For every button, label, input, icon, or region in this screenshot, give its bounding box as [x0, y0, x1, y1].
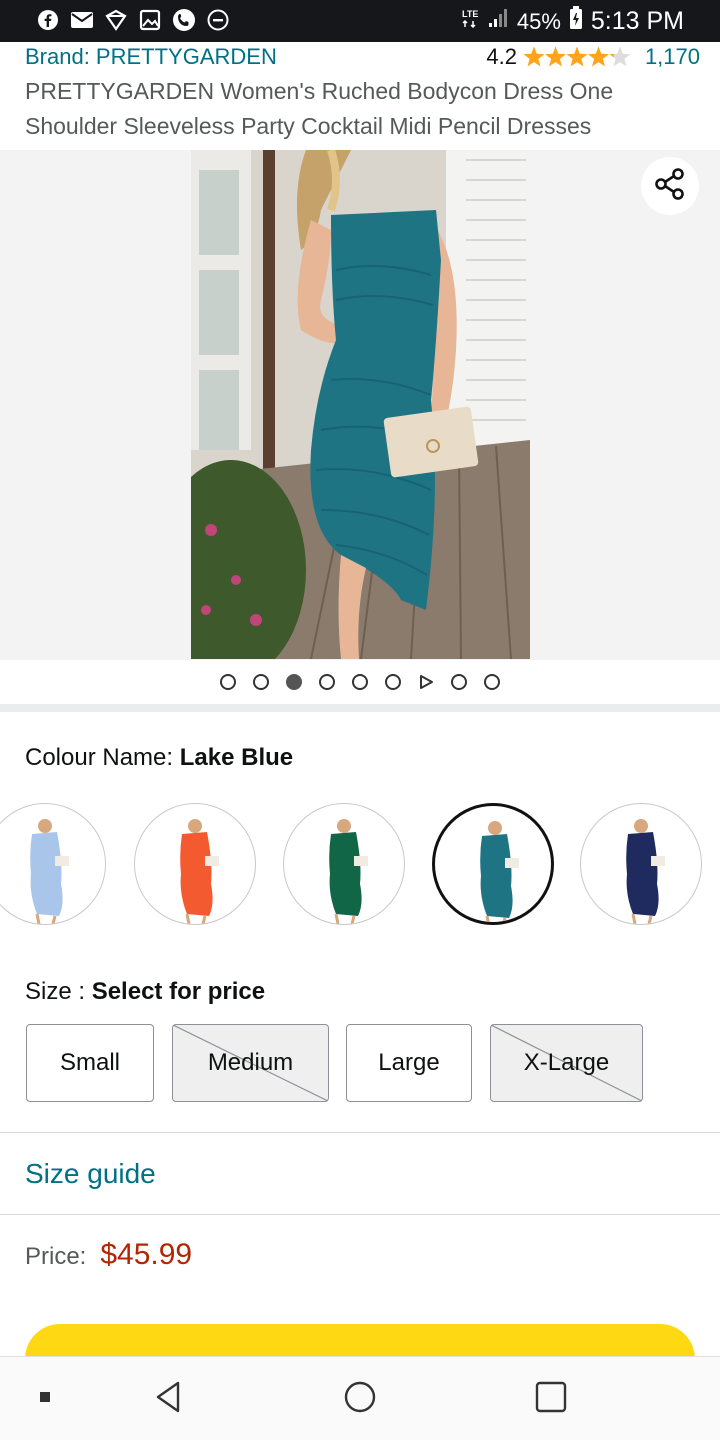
- gallery-dot[interactable]: [385, 674, 401, 690]
- app-icon: [104, 8, 128, 32]
- phone-icon: [172, 8, 196, 32]
- lte-icon: LTE: [461, 7, 479, 36]
- share-icon: [652, 166, 688, 207]
- product-title: PRETTYGARDEN Women's Ruched Bodycon Dres…: [25, 78, 614, 139]
- gallery-dot[interactable]: [451, 674, 467, 690]
- price-label: Price:: [25, 1243, 87, 1270]
- product-photo[interactable]: [191, 150, 530, 659]
- rating-value: 4.2: [486, 44, 517, 69]
- size-guide-link[interactable]: Size guide: [25, 1158, 156, 1190]
- gallery-dot[interactable]: [484, 674, 500, 690]
- size-option-label: Small: [59, 1049, 120, 1076]
- back-triangle-icon: [152, 1380, 184, 1419]
- colour-swatch[interactable]: [432, 803, 554, 925]
- colour-swatch[interactable]: [134, 803, 256, 925]
- gallery-dot[interactable]: [352, 674, 368, 690]
- notification-icons: [36, 8, 230, 32]
- size-option-medium[interactable]: Medium: [172, 1024, 329, 1102]
- star-filled: [587, 46, 609, 67]
- divider: [0, 1214, 720, 1215]
- brand-link[interactable]: Brand: PRETTYGARDEN: [25, 44, 277, 70]
- battery-icon: [569, 6, 583, 37]
- colour-name-label: Colour Name: Lake Blue: [25, 744, 293, 772]
- star-rating-icon: [523, 45, 631, 69]
- colour-swatch[interactable]: [283, 803, 405, 925]
- size-option-label: Medium: [207, 1049, 294, 1076]
- mail-icon: [70, 8, 94, 32]
- colour-label-prefix: Colour Name:: [25, 744, 180, 771]
- gallery-dot[interactable]: [319, 674, 335, 690]
- star-filled: [544, 46, 566, 67]
- battery-percent: 45%: [516, 8, 561, 34]
- colour-swatch[interactable]: [580, 803, 702, 925]
- status-bar: LTE 45% 5:13 PM: [0, 0, 720, 42]
- rating-summary[interactable]: 4.2 1,170: [486, 44, 700, 70]
- system-status: LTE 45% 5:13 PM: [461, 6, 684, 37]
- size-label: Size : Select for price: [25, 978, 265, 1006]
- section-divider: [0, 704, 720, 712]
- size-option-label: Large: [378, 1049, 440, 1076]
- colour-swatch[interactable]: [0, 803, 106, 925]
- gallery-pagination[interactable]: [0, 668, 720, 696]
- home-button[interactable]: [340, 1379, 380, 1419]
- colour-swatches[interactable]: [0, 803, 720, 928]
- size-option-large[interactable]: Large: [346, 1024, 472, 1102]
- size-option-small[interactable]: Small: [26, 1024, 154, 1102]
- price-row: Price: $45.99: [25, 1238, 192, 1272]
- size-prompt: Select for price: [91, 978, 266, 1005]
- home-circle-icon: [343, 1380, 377, 1419]
- square-icon: [534, 1380, 568, 1419]
- gallery-dot[interactable]: [220, 674, 236, 690]
- signal-icon: [487, 7, 509, 36]
- size-label-prefix: Size :: [25, 978, 92, 1005]
- size-option-x-large[interactable]: X-Large: [490, 1024, 643, 1102]
- svg-text:LTE: LTE: [462, 9, 478, 19]
- gallery-dot[interactable]: [253, 674, 269, 690]
- brand-rating-row: Brand: PRETTYGARDEN 4.2 1,170: [25, 44, 700, 74]
- share-button[interactable]: [641, 157, 699, 215]
- square-dot-icon: [39, 1390, 51, 1408]
- facebook-icon: [36, 8, 60, 32]
- divider: [0, 1132, 720, 1133]
- star-filled: [523, 46, 545, 67]
- star-filled: [566, 46, 588, 67]
- clock: 5:13 PM: [590, 7, 684, 35]
- size-option-label: X-Large: [523, 1049, 610, 1076]
- overview-button[interactable]: [531, 1379, 571, 1419]
- product-image-gallery[interactable]: [0, 150, 720, 660]
- system-navigation-bar: [0, 1356, 720, 1440]
- dnd-icon: [206, 8, 230, 32]
- back-button[interactable]: [148, 1379, 188, 1419]
- gallery-icon: [138, 8, 162, 32]
- rating-count[interactable]: 1,170: [645, 44, 700, 70]
- selected-colour: Lake Blue: [179, 744, 294, 771]
- gallery-dot-active[interactable]: [286, 674, 302, 690]
- price-value: $45.99: [100, 1238, 193, 1271]
- recent-apps-button[interactable]: [25, 1379, 65, 1419]
- video-play-icon[interactable]: [418, 674, 434, 690]
